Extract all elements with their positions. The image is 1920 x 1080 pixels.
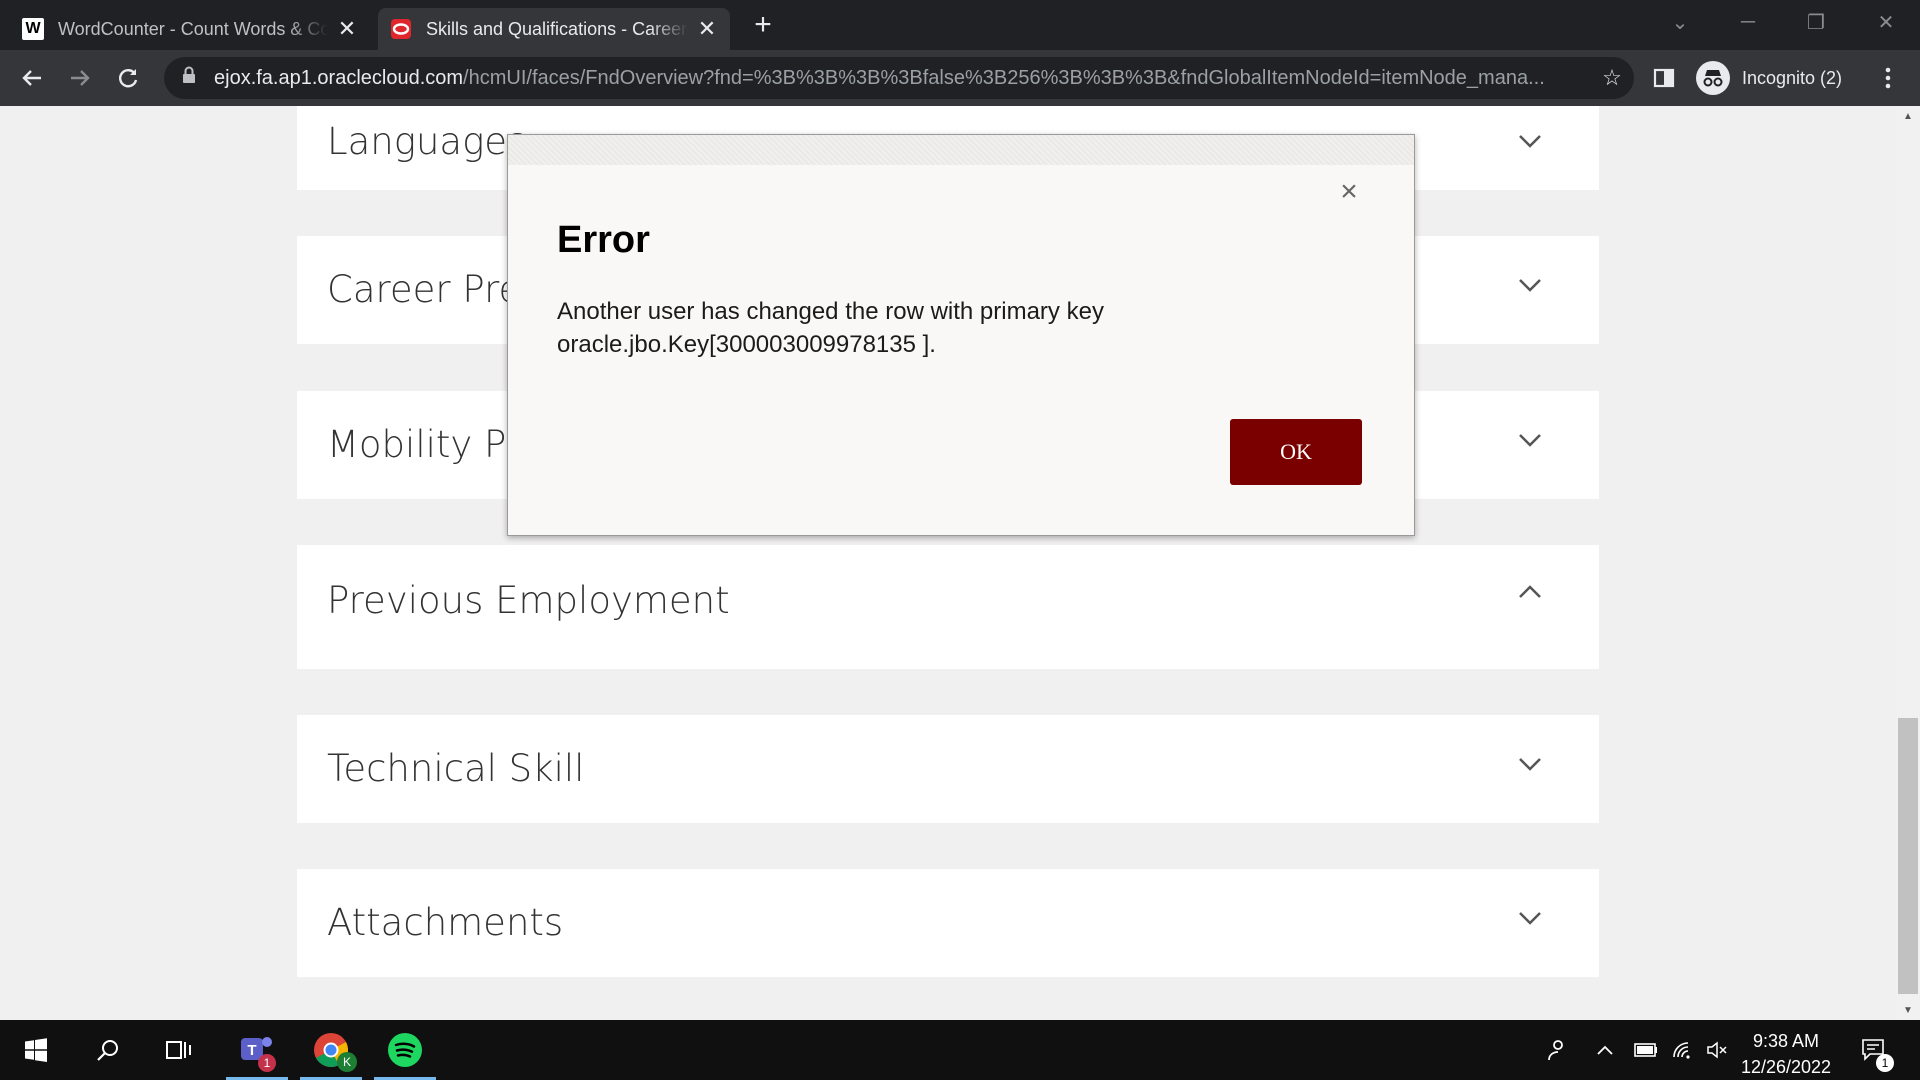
error-dialog: × Error Another user has changed the row… xyxy=(507,134,1415,536)
svg-text:T: T xyxy=(247,1042,256,1059)
section-previous-employment[interactable]: Previous Employment xyxy=(297,545,1599,669)
close-tab-icon[interactable]: ✕ xyxy=(696,16,718,41)
wifi-icon[interactable] xyxy=(1666,1020,1700,1080)
chevron-down-icon[interactable] xyxy=(1515,425,1545,455)
chevron-down-icon[interactable] xyxy=(1515,126,1545,156)
more-vert-icon xyxy=(1885,67,1891,89)
browser-tab-bar: W WordCounter - Count Words & Correct Wr… xyxy=(0,0,1920,50)
chevron-down-icon[interactable] xyxy=(1515,903,1545,933)
clock-time: 9:38 AM xyxy=(1752,1031,1820,1051)
chevron-up-icon[interactable] xyxy=(1590,1020,1620,1080)
search-icon xyxy=(97,1040,118,1061)
section-attachments[interactable]: Attachments xyxy=(297,869,1599,977)
chevron-up-icon[interactable] xyxy=(1515,577,1545,607)
page-scrollbar[interactable]: ▲ ▼ xyxy=(1896,106,1920,1020)
scroll-down-icon[interactable]: ▼ xyxy=(1896,1000,1920,1020)
task-view-button[interactable] xyxy=(148,1020,210,1080)
spotify-app[interactable] xyxy=(374,1020,436,1080)
restore-button[interactable]: ❐ xyxy=(1786,0,1846,44)
people-icon[interactable] xyxy=(1536,1020,1576,1080)
chevron-down-icon[interactable] xyxy=(1515,270,1545,300)
tab-search-icon[interactable]: ⌄ xyxy=(1650,0,1710,44)
tab-title: WordCounter - Count Words & Correct Writ… xyxy=(58,18,328,39)
section-title: Technical Skill xyxy=(327,747,585,790)
side-panel-icon xyxy=(1653,68,1675,88)
arrow-right-icon xyxy=(71,70,90,86)
dialog-header[interactable] xyxy=(508,135,1414,165)
search-button[interactable] xyxy=(77,1020,139,1080)
lock-icon xyxy=(182,66,200,90)
dialog-message: Another user has changed the row with pr… xyxy=(557,295,1257,361)
spotify-icon xyxy=(388,1033,422,1067)
url-text: ejox.fa.ap1.oraclecloud.com/hcmUI/faces/… xyxy=(214,66,1545,89)
bookmark-star-icon[interactable]: ☆ xyxy=(1590,65,1634,91)
windows-taskbar: T 1 K 9:38 AM 12/26/2022 1 xyxy=(0,1020,1920,1080)
reload-button[interactable] xyxy=(110,60,146,96)
task-view-icon xyxy=(166,1041,191,1059)
browser-toolbar: ejox.fa.ap1.oraclecloud.com/hcmUI/faces/… xyxy=(0,50,1920,106)
side-panel-button[interactable] xyxy=(1646,60,1682,96)
chevron-down-icon[interactable] xyxy=(1515,749,1545,779)
tab-wordcounter[interactable]: W WordCounter - Count Words & Correct Wr… xyxy=(10,8,370,50)
scroll-up-icon[interactable]: ▲ xyxy=(1896,106,1920,126)
new-tab-button[interactable]: + xyxy=(748,10,778,40)
section-technical-skill[interactable]: Technical Skill xyxy=(297,715,1599,823)
chrome-profile-badge: K xyxy=(337,1052,357,1072)
dialog-title: Error xyxy=(557,219,650,261)
incognito-profile-button[interactable]: Incognito (2) xyxy=(1696,60,1842,96)
address-bar[interactable]: ejox.fa.ap1.oraclecloud.com/hcmUI/faces/… xyxy=(164,57,1634,99)
close-window-button[interactable]: ✕ xyxy=(1856,0,1916,44)
profile-label: Incognito (2) xyxy=(1742,67,1843,88)
start-button[interactable] xyxy=(5,1020,67,1080)
reload-icon xyxy=(119,69,138,88)
windows-logo-icon xyxy=(25,1038,47,1062)
volume-muted-icon[interactable] xyxy=(1700,1020,1734,1080)
battery-icon[interactable] xyxy=(1628,1020,1664,1080)
clock-date: 12/26/2022 xyxy=(1740,1057,1832,1077)
wordcounter-favicon-icon: W xyxy=(22,18,44,40)
section-title: Previous Employment xyxy=(327,579,730,622)
ok-button[interactable]: OK xyxy=(1230,419,1362,485)
oracle-icon xyxy=(390,18,412,40)
section-title: Languages xyxy=(327,120,527,163)
dialog-message-line: Another user has changed the row with pr… xyxy=(557,298,1104,325)
forward-button[interactable] xyxy=(62,60,98,96)
back-button[interactable] xyxy=(14,60,50,96)
arrow-left-icon xyxy=(22,70,41,86)
minimize-button[interactable]: ─ xyxy=(1718,0,1778,44)
teams-badge: 1 xyxy=(258,1054,276,1072)
system-clock[interactable]: 9:38 AM 12/26/2022 xyxy=(1730,1028,1842,1080)
incognito-icon xyxy=(1696,61,1730,95)
dialog-close-icon[interactable]: × xyxy=(1334,177,1364,207)
browser-menu-button[interactable] xyxy=(1870,60,1906,96)
chrome-app[interactable]: K xyxy=(300,1020,362,1080)
section-title: Attachments xyxy=(327,901,564,944)
dialog-message-line: oracle.jbo.Key[300003009978135 ]. xyxy=(557,331,936,358)
teams-app[interactable]: T 1 xyxy=(226,1020,288,1080)
scrollbar-thumb[interactable] xyxy=(1898,718,1918,994)
notification-badge: 1 xyxy=(1876,1054,1894,1072)
close-tab-icon[interactable]: ✕ xyxy=(336,16,358,41)
notification-center-icon[interactable]: 1 xyxy=(1852,1020,1896,1080)
tab-skills-qualifications[interactable]: Skills and Qualifications - Career and P… xyxy=(378,8,730,50)
tab-title: Skills and Qualifications - Career and P… xyxy=(426,18,688,39)
